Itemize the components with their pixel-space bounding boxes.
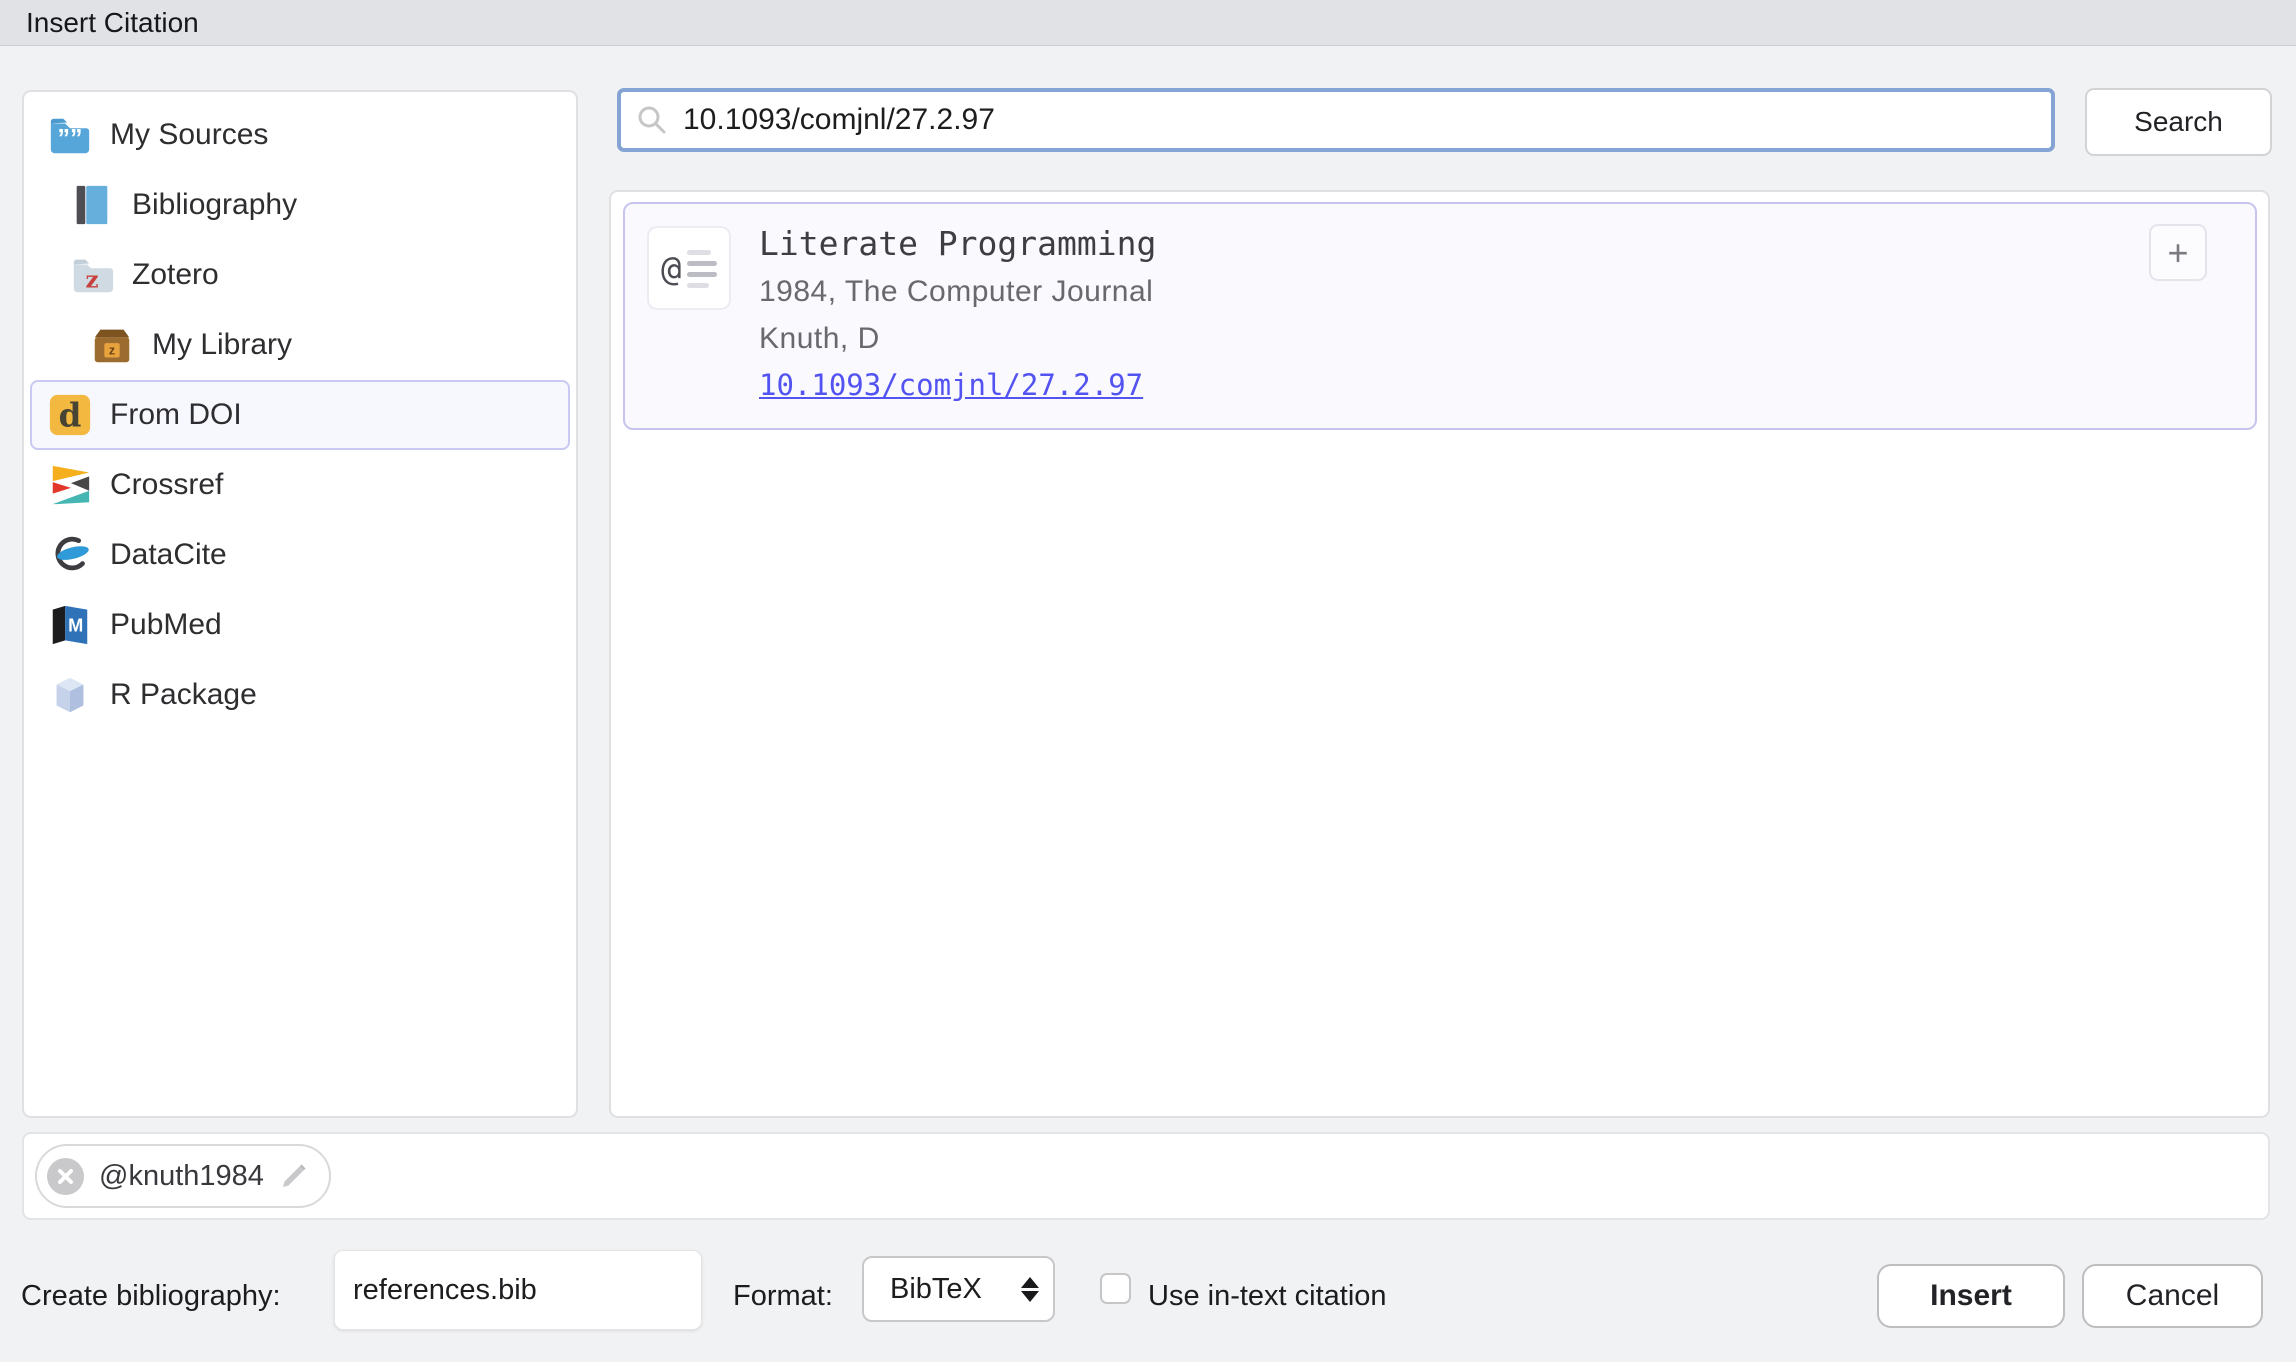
r-package-icon <box>46 671 94 719</box>
doi-link[interactable]: 10.1093/comjnl/27.2.97 <box>759 362 1143 409</box>
dialog-title: Insert Citation <box>26 7 199 39</box>
sidebar-item-from-doi[interactable]: d From DOI <box>30 380 570 450</box>
zotero-folder-icon: z <box>68 251 116 299</box>
format-label: Format: <box>733 1280 833 1312</box>
sidebar-item-bibliography[interactable]: Bibliography <box>30 170 570 240</box>
in-text-citation-label: Use in-text citation <box>1148 1280 1387 1312</box>
sidebar-item-label: Zotero <box>132 258 219 292</box>
insert-button[interactable]: Insert <box>1877 1264 2065 1328</box>
citation-meta: 1984, The Computer Journal <box>759 268 1156 315</box>
citation-tag[interactable]: @knuth1984 <box>35 1144 331 1208</box>
dialog-titlebar: Insert Citation <box>0 0 2296 46</box>
sidebar-item-label: From DOI <box>110 398 242 432</box>
sidebar-item-zotero[interactable]: z Zotero <box>30 240 570 310</box>
article-icon: @ <box>647 226 731 310</box>
format-select-value: BibTeX <box>890 1273 982 1306</box>
in-text-citation-checkbox[interactable] <box>1100 1273 1131 1304</box>
bibliography-file-box <box>334 1250 702 1330</box>
selected-citations-bar: @knuth1984 <box>22 1132 2270 1220</box>
create-bibliography-label: Create bibliography: <box>21 1280 281 1312</box>
sidebar-item-label: Bibliography <box>132 188 297 222</box>
svg-text:z: z <box>109 344 115 358</box>
sidebar-item-crossref[interactable]: Crossref <box>30 450 570 520</box>
insert-citation-dialog: Insert Citation ”” My Sources Bibliograp… <box>0 0 2296 1362</box>
sidebar-item-label: DataCite <box>110 538 227 572</box>
sidebar-item-datacite[interactable]: DataCite <box>30 520 570 590</box>
sources-sidebar: ”” My Sources Bibliography z Zotero z My… <box>22 90 578 1118</box>
cancel-button[interactable]: Cancel <box>2082 1264 2263 1328</box>
search-results-panel: @ Literate Programming 1984, The Compute… <box>609 190 2270 1118</box>
add-citation-button[interactable]: + <box>2149 224 2207 281</box>
pubmed-icon: M <box>46 601 94 649</box>
sidebar-item-my-sources[interactable]: ”” My Sources <box>30 100 570 170</box>
citation-id-label: @knuth1984 <box>99 1160 264 1193</box>
citation-result-card[interactable]: @ Literate Programming 1984, The Compute… <box>623 202 2257 430</box>
crossref-icon <box>46 461 94 509</box>
sidebar-item-my-library[interactable]: z My Library <box>30 310 570 380</box>
sources-folder-icon: ”” <box>46 111 94 159</box>
doi-icon: d <box>46 391 94 439</box>
sidebar-item-label: Crossref <box>110 468 223 502</box>
edit-citation-icon[interactable] <box>279 1161 309 1191</box>
format-select[interactable]: BibTeX <box>862 1256 1055 1322</box>
library-box-icon: z <box>88 321 136 369</box>
citation-title: Literate Programming <box>759 220 1156 268</box>
citation-authors: Knuth, D <box>759 315 1156 362</box>
doi-search-box <box>617 88 2055 152</box>
sidebar-item-label: My Sources <box>110 118 268 152</box>
bibliography-file-input[interactable] <box>335 1274 701 1307</box>
svg-text:z: z <box>85 266 98 293</box>
sidebar-item-label: My Library <box>152 328 292 362</box>
search-button[interactable]: Search <box>2085 88 2272 156</box>
svg-text:d: d <box>59 396 82 435</box>
sidebar-item-label: R Package <box>110 678 257 712</box>
svg-text:M: M <box>68 616 83 636</box>
remove-citation-icon[interactable] <box>47 1158 84 1195</box>
search-input[interactable] <box>681 102 2037 138</box>
book-icon <box>68 181 116 229</box>
svg-text:””: ”” <box>58 125 83 153</box>
sidebar-item-label: PubMed <box>110 608 222 642</box>
sidebar-item-r-package[interactable]: R Package <box>30 660 570 730</box>
select-arrows-icon <box>1021 1277 1039 1302</box>
citation-details: Literate Programming 1984, The Computer … <box>759 220 1156 409</box>
search-icon <box>635 103 669 137</box>
sidebar-item-pubmed[interactable]: M PubMed <box>30 590 570 660</box>
datacite-icon <box>46 531 94 579</box>
svg-text:@: @ <box>661 249 681 289</box>
